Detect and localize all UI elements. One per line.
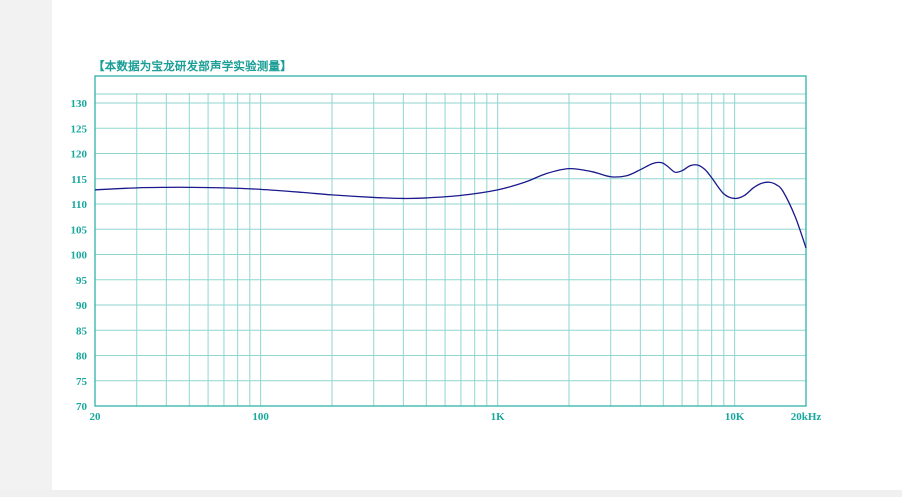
series-line-0 bbox=[94, 161, 807, 249]
y-tick-label-125: 125 bbox=[71, 123, 88, 135]
x-tick-label-100: 100 bbox=[252, 411, 269, 423]
x-tick-label-20kHz: 20kHz bbox=[791, 411, 822, 423]
grid-layer bbox=[95, 93, 806, 406]
y-tick-label-120: 120 bbox=[71, 149, 88, 161]
y-tick-label-70: 70 bbox=[76, 401, 88, 413]
y-tick-label-100: 100 bbox=[71, 250, 88, 262]
y-tick-label-115: 115 bbox=[71, 174, 87, 186]
y-tick-label-130: 130 bbox=[71, 98, 88, 110]
y-tick-label-90: 90 bbox=[76, 300, 88, 312]
y-tick-label-95: 95 bbox=[76, 275, 88, 287]
label-layer: 70 75 80 85 90 95 100 105 110 115 120 125 130 20 100 1K… bbox=[71, 98, 822, 423]
x-tick-label-1K: 1K bbox=[491, 411, 506, 423]
y-tick-label-75: 75 bbox=[76, 376, 88, 388]
x-tick-label-20: 20 bbox=[90, 411, 102, 423]
y-tick-label-105: 105 bbox=[71, 224, 88, 236]
frequency-response-chart: 70 75 80 85 90 95 100 105 110 115 120 125 130 20 100 1K… bbox=[71, 75, 822, 423]
curve-layer bbox=[94, 161, 807, 249]
x-tick-label-10K: 10K bbox=[725, 411, 745, 423]
y-tick-label-80: 80 bbox=[76, 351, 88, 363]
y-tick-label-85: 85 bbox=[76, 325, 88, 337]
plot-frame bbox=[94, 75, 807, 407]
page: 【本数据为宝龙研发部声学实验测量】 70 75 80 85 90 95 100 105 110 1… bbox=[0, 0, 902, 497]
y-tick-label-110: 110 bbox=[71, 199, 87, 211]
